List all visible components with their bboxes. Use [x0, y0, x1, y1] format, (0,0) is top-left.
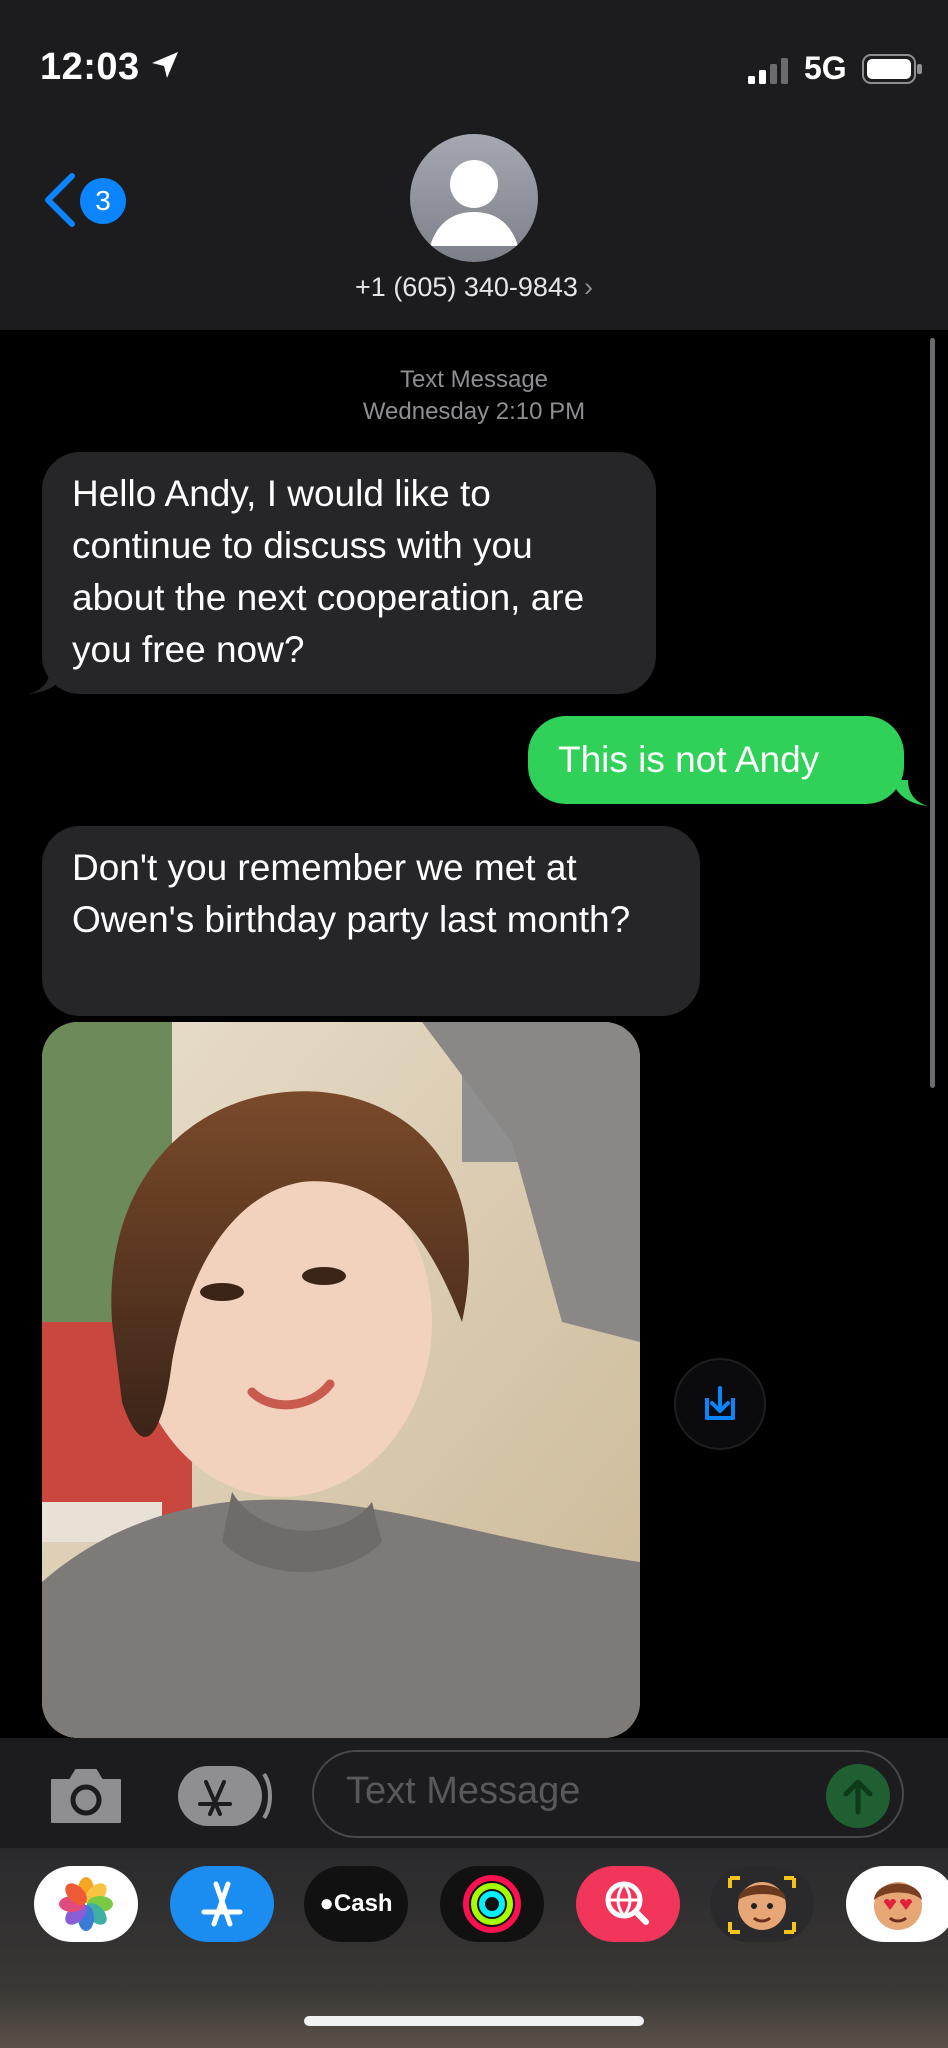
photo-attachment[interactable]: [42, 1022, 640, 1738]
contact-avatar[interactable]: [410, 134, 538, 262]
web-search-icon[interactable]: [576, 1866, 680, 1942]
person-icon: [430, 160, 518, 246]
message-bubble-incoming[interactable]: Hello Andy, I would like to continue to …: [42, 452, 656, 694]
apple-cash-label: Cash: [333, 1890, 393, 1917]
photos-app-icon[interactable]: [34, 1866, 138, 1942]
download-icon: [705, 1386, 735, 1420]
apple-cash-icon[interactable]: ●Cash: [304, 1866, 408, 1942]
unread-count-badge[interactable]: 3: [80, 178, 126, 224]
service-label: Text Message: [399, 366, 549, 393]
memoji-face-icon: [728, 1876, 796, 1934]
thread-header: Text Message Wednesday 2:10 PM: [0, 364, 948, 428]
message-input-placeholder: Text Message: [346, 1770, 581, 1812]
activity-rings-icon: [463, 1875, 521, 1933]
contact-phone: +1 (605) 340-9843: [355, 272, 578, 302]
memoji-heart-eyes-icon: [874, 1882, 922, 1930]
thread-timestamp: Wednesday 2:10 PM: [362, 398, 586, 425]
message-bubble-incoming[interactable]: Don't you remember we met at Owen's birt…: [42, 826, 700, 1016]
arrow-up-icon: [843, 1779, 873, 1815]
magnifier-globe-icon: [605, 1881, 649, 1925]
signal-bars-icon: [748, 58, 788, 84]
home-indicator[interactable]: [304, 2016, 644, 2026]
message-bubble-outgoing[interactable]: This is not Andy: [528, 716, 904, 804]
battery-icon: [862, 54, 922, 84]
memoji-icon[interactable]: [710, 1866, 814, 1942]
status-time: 12:03: [40, 46, 140, 88]
app-store-button-icon[interactable]: [176, 1764, 272, 1828]
network-type: 5G: [804, 50, 847, 86]
send-button[interactable]: [826, 1764, 890, 1828]
photo-image: [42, 1022, 640, 1738]
save-photo-button[interactable]: [674, 1358, 766, 1450]
scrollbar[interactable]: [930, 338, 935, 1088]
apple-logo-icon: ●: [319, 1890, 334, 1917]
location-arrow-icon: [152, 52, 178, 78]
app-store-icon[interactable]: [170, 1866, 274, 1942]
app-store-glyph-icon: [201, 1881, 243, 1927]
photos-flower-icon: [59, 1877, 113, 1931]
memoji-stickers-icon[interactable]: [846, 1866, 948, 1942]
activity-icon[interactable]: [440, 1866, 544, 1942]
contact-name[interactable]: +1 (605) 340-9843 ›: [0, 272, 948, 303]
camera-icon[interactable]: [46, 1766, 126, 1826]
chevron-right-icon: ›: [583, 272, 593, 302]
